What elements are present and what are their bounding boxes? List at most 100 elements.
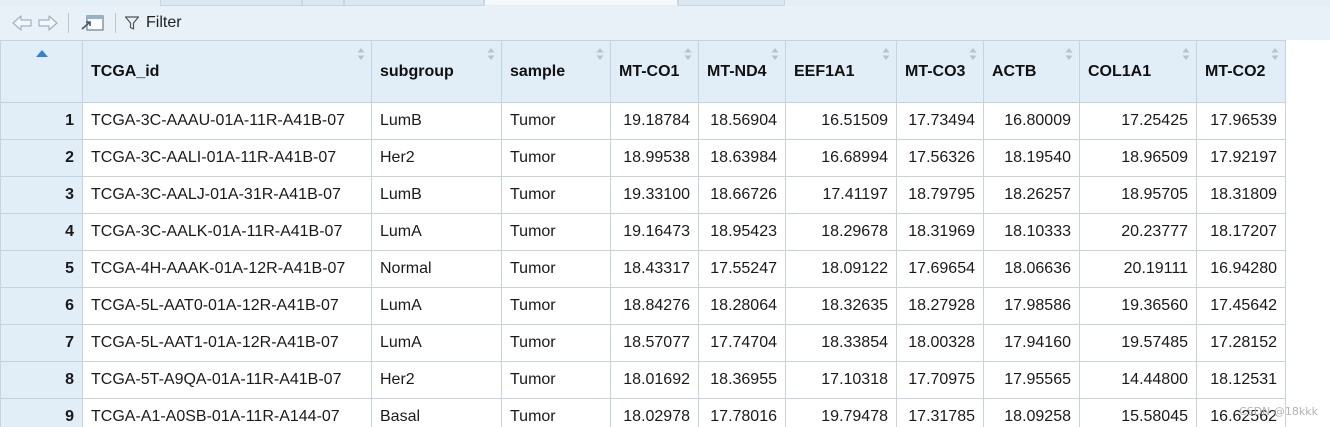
- back-button[interactable]: [10, 11, 34, 35]
- column-header[interactable]: MT-CO2: [1196, 40, 1286, 103]
- table-row[interactable]: 1 TCGA-3C-AAAU-01A-11R-A41B-07 LumB Tumor 19…: [0, 102, 1286, 140]
- column-header-label: subgroup: [380, 62, 454, 80]
- table-cell: 18.26257: [983, 176, 1080, 214]
- row-number: 7: [0, 324, 83, 362]
- filter-button[interactable]: Filter: [124, 14, 182, 32]
- table-cell: 18.79795: [896, 176, 984, 214]
- table-cell: 18.02978: [610, 398, 699, 427]
- table-row[interactable]: 4 TCGA-3C-AALK-01A-11R-A41B-07 LumA Tumor 19…: [0, 213, 1286, 251]
- table-cell: 18.63984: [698, 139, 786, 177]
- table-row[interactable]: 6 TCGA-5L-AAT0-01A-12R-A41B-07 LumA Tumor 18…: [0, 287, 1286, 325]
- table-cell: Tumor: [501, 324, 611, 362]
- table-cell: 20.19111: [1079, 250, 1197, 288]
- sort-arrows-icon: [1182, 48, 1190, 60]
- column-header-label: MT-CO1: [619, 62, 680, 80]
- table-cell: Basal: [371, 398, 502, 427]
- table-row[interactable]: 3 TCGA-3C-AALJ-01A-31R-A41B-07 LumB Tumor 19…: [0, 176, 1286, 214]
- table-cell: 20.23777: [1079, 213, 1197, 251]
- table-cell: 14.44800: [1079, 361, 1197, 399]
- forward-button[interactable]: [36, 11, 60, 35]
- column-header[interactable]: MT-CO3: [896, 40, 984, 103]
- header-row: TCGA_id subgroup sample MT-CO1 MT-ND4 EEF1A1 M…: [0, 40, 1286, 103]
- column-header[interactable]: COL1A1: [1079, 40, 1197, 103]
- table-row[interactable]: 2 TCGA-3C-AALI-01A-11R-A41B-07 Her2 Tumor 18…: [0, 139, 1286, 177]
- row-number: 4: [0, 213, 83, 251]
- table-cell: 19.57485: [1079, 324, 1197, 362]
- table-cell: TCGA-5L-AAT1-01A-12R-A41B-07: [82, 324, 372, 362]
- table-cell: 18.27928: [896, 287, 984, 325]
- sort-arrows-icon: [357, 48, 365, 60]
- table-cell: 19.16473: [610, 213, 699, 251]
- table-cell: 16.80009: [983, 102, 1080, 140]
- table-cell: 17.55247: [698, 250, 786, 288]
- toolbar-separator: [68, 13, 69, 33]
- column-header[interactable]: MT-ND4: [698, 40, 786, 103]
- sort-arrows-icon: [882, 48, 890, 60]
- table-cell: 19.79478: [785, 398, 897, 427]
- column-header[interactable]: EEF1A1: [785, 40, 897, 103]
- open-in-window-button[interactable]: [77, 11, 107, 35]
- table-cell: 18.10333: [983, 213, 1080, 251]
- table-cell: TCGA-3C-AALJ-01A-31R-A41B-07: [82, 176, 372, 214]
- row-number: 6: [0, 287, 83, 325]
- table-row[interactable]: 8 TCGA-5T-A9QA-01A-11R-A41B-07 Her2 Tumor 18…: [0, 361, 1286, 399]
- table-cell: Tumor: [501, 398, 611, 427]
- table-row[interactable]: 7 TCGA-5L-AAT1-01A-12R-A41B-07 LumA Tumor 18…: [0, 324, 1286, 362]
- table-cell: 18.31809: [1196, 176, 1286, 214]
- table-cell: 16.68994: [785, 139, 897, 177]
- table-cell: 18.95423: [698, 213, 786, 251]
- table-cell: 17.56326: [896, 139, 984, 177]
- table-cell: 17.73494: [896, 102, 984, 140]
- column-header[interactable]: sample: [501, 40, 611, 103]
- table-cell: 18.31969: [896, 213, 984, 251]
- table-cell: TCGA-3C-AALI-01A-11R-A41B-07: [82, 139, 372, 177]
- table-cell: Her2: [371, 361, 502, 399]
- table-cell: 18.95705: [1079, 176, 1197, 214]
- table-cell: 18.33854: [785, 324, 897, 362]
- column-header-label: COL1A1: [1088, 62, 1152, 80]
- table-cell: Tumor: [501, 176, 611, 214]
- open-in-window-icon: [81, 15, 104, 31]
- sort-ascending-icon: [35, 50, 48, 57]
- column-header[interactable]: TCGA_id: [82, 40, 372, 103]
- table-cell: 18.17207: [1196, 213, 1286, 251]
- row-number: 5: [0, 250, 83, 288]
- table-cell: 18.99538: [610, 139, 699, 177]
- column-header-label: TCGA_id: [91, 62, 160, 80]
- column-header[interactable]: ACTB: [983, 40, 1080, 103]
- table-row[interactable]: 5 TCGA-4H-AAAK-01A-12R-A41B-07 Normal Tumor…: [0, 250, 1286, 288]
- row-number: 3: [0, 176, 83, 214]
- table-cell: 17.69654: [896, 250, 984, 288]
- table-cell: 17.74704: [698, 324, 786, 362]
- table-cell: 18.57077: [610, 324, 699, 362]
- column-header[interactable]: MT-CO1: [610, 40, 699, 103]
- table-cell: 17.94160: [983, 324, 1080, 362]
- table-cell: 17.10318: [785, 361, 897, 399]
- table-cell: 17.45642: [1196, 287, 1286, 325]
- table-cell: Tumor: [501, 361, 611, 399]
- row-number-header[interactable]: [0, 40, 83, 103]
- table-cell: 17.92197: [1196, 139, 1286, 177]
- table-cell: LumA: [371, 287, 502, 325]
- column-header-label: MT-CO3: [905, 62, 966, 80]
- table-cell: Normal: [371, 250, 502, 288]
- filter-label: Filter: [146, 14, 182, 31]
- column-header[interactable]: subgroup: [371, 40, 502, 103]
- table-cell: TCGA-3C-AALK-01A-11R-A41B-07: [82, 213, 372, 251]
- table-cell: LumA: [371, 213, 502, 251]
- table-cell: LumB: [371, 102, 502, 140]
- column-header-label: sample: [510, 62, 566, 80]
- row-number: 9: [0, 398, 83, 427]
- table-row[interactable]: 9 TCGA-A1-A0SB-01A-11R-A144-07 Basal Tumor 1…: [0, 398, 1286, 427]
- tab-active[interactable]: [484, 0, 678, 5]
- column-header-label: EEF1A1: [794, 62, 855, 80]
- table-cell: 17.31785: [896, 398, 984, 427]
- table-cell: Tumor: [501, 287, 611, 325]
- table-cell: Tumor: [501, 102, 611, 140]
- table-cell: 18.09122: [785, 250, 897, 288]
- table-cell: 17.25425: [1079, 102, 1197, 140]
- table-cell: 17.78016: [698, 398, 786, 427]
- table-cell: 18.36955: [698, 361, 786, 399]
- table-cell: 18.12531: [1196, 361, 1286, 399]
- column-header-label: ACTB: [992, 62, 1037, 80]
